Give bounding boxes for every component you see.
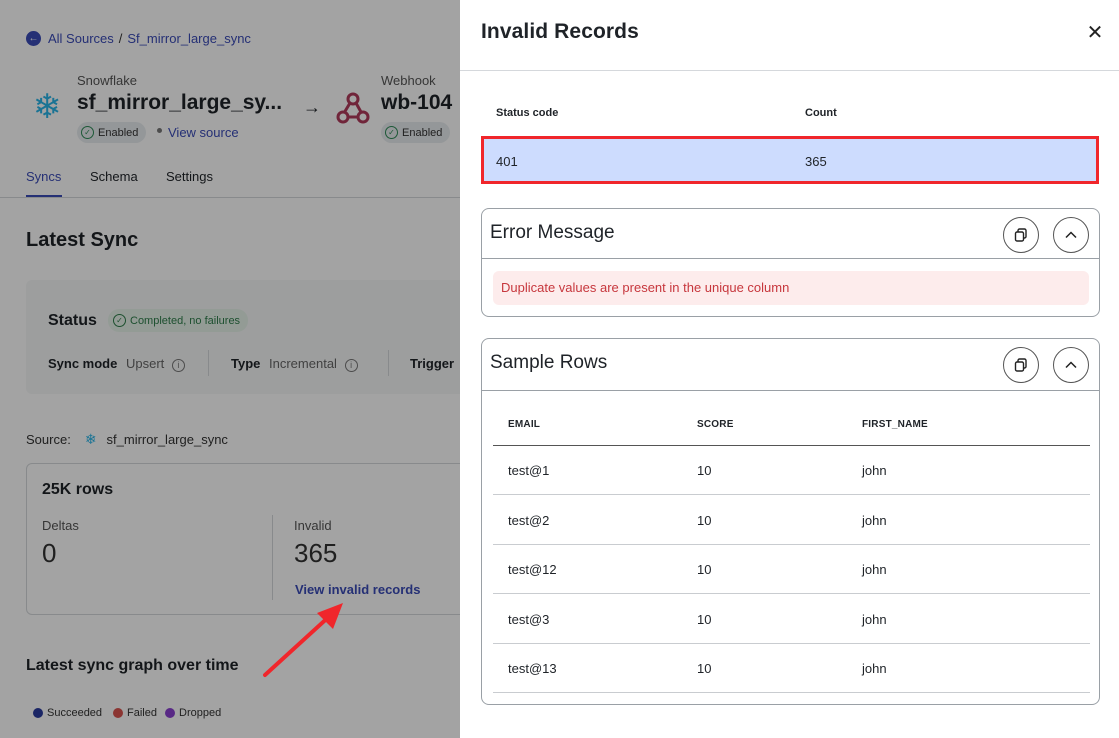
- sample-rows-title: Sample Rows: [490, 352, 608, 373]
- table-row: test@3 10 john: [493, 595, 1090, 644]
- column-header-email: EMAIL: [508, 419, 541, 430]
- table-row: test@12 10 john: [493, 545, 1090, 594]
- copy-icon: [1014, 228, 1027, 242]
- email-cell: test@12: [508, 562, 557, 577]
- chevron-up-icon: [1065, 361, 1077, 369]
- chevron-up-icon: [1065, 231, 1077, 239]
- error-message-panel: Error Message Duplicate values are prese…: [481, 208, 1100, 317]
- first-name-cell: john: [862, 463, 887, 478]
- drawer-title: Invalid Records: [481, 20, 639, 43]
- table-row: test@1 10 john: [493, 446, 1090, 495]
- close-icon[interactable]: ✕: [1082, 20, 1108, 46]
- first-name-cell: john: [862, 661, 887, 676]
- email-cell: test@2: [508, 513, 550, 528]
- column-header-first-name: FIRST_NAME: [862, 419, 928, 430]
- status-code-cell: 401: [496, 154, 518, 169]
- status-code-header: Status code: [496, 107, 559, 119]
- score-cell: 10: [697, 661, 712, 676]
- score-cell: 10: [697, 513, 712, 528]
- modal-backdrop[interactable]: [0, 0, 460, 738]
- annotation-arrow-icon: [263, 603, 343, 677]
- score-cell: 10: [697, 612, 712, 627]
- drawer-divider: [460, 70, 1119, 71]
- copy-button[interactable]: [1003, 217, 1039, 253]
- table-row: test@2 10 john: [493, 496, 1090, 545]
- collapse-button[interactable]: [1053, 217, 1089, 253]
- column-header-score: SCORE: [697, 419, 734, 430]
- status-code-row[interactable]: 401 365: [481, 136, 1099, 184]
- first-name-cell: john: [862, 612, 887, 627]
- score-cell: 10: [697, 463, 712, 478]
- table-row: test@13 10 john: [493, 644, 1090, 693]
- first-name-cell: john: [862, 562, 887, 577]
- error-message-text: Duplicate values are present in the uniq…: [493, 271, 1089, 305]
- email-cell: test@3: [508, 612, 550, 627]
- score-cell: 10: [697, 562, 712, 577]
- copy-icon: [1014, 358, 1027, 372]
- error-message-header: Error Message: [482, 209, 1099, 259]
- invalid-records-drawer: Invalid Records ✕ Status code Count 401 …: [460, 0, 1119, 738]
- first-name-cell: john: [862, 513, 887, 528]
- count-header: Count: [805, 107, 837, 119]
- collapse-button[interactable]: [1053, 347, 1089, 383]
- sample-rows-header: Sample Rows: [482, 339, 1099, 391]
- sample-rows-panel: Sample Rows EMAIL SCORE FIRST_NAME test@…: [481, 338, 1100, 705]
- count-cell: 365: [805, 154, 827, 169]
- copy-button[interactable]: [1003, 347, 1039, 383]
- email-cell: test@13: [508, 661, 557, 676]
- email-cell: test@1: [508, 463, 550, 478]
- error-message-title: Error Message: [490, 222, 615, 243]
